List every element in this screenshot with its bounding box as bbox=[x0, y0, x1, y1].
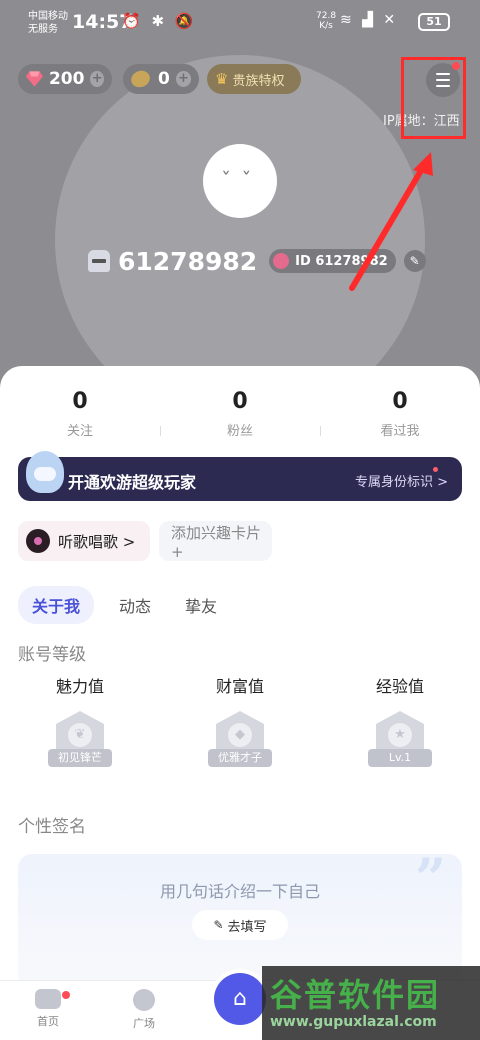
bean-icon bbox=[128, 68, 153, 90]
planet-icon bbox=[133, 989, 155, 1011]
mascot-icon bbox=[26, 451, 64, 493]
signature-title: 个性签名 bbox=[18, 817, 86, 837]
add-bean-icon[interactable]: + bbox=[175, 71, 191, 87]
divider bbox=[160, 426, 161, 436]
profile-tabs: 关于我 动态 挚友 bbox=[18, 586, 217, 624]
diamond-icon bbox=[26, 71, 43, 87]
tab-about-me[interactable]: 关于我 bbox=[18, 586, 95, 624]
charm-badge-icon: ❦ 初见锋芒 bbox=[48, 711, 112, 773]
watermark-en: www.gupuxlazal.com bbox=[270, 1014, 437, 1030]
signature-placeholder: 用几句话介绍一下自己 bbox=[159, 882, 320, 901]
experience-badge-icon: ★ Lv.1 bbox=[368, 711, 432, 773]
carrier-1: 中国移动 bbox=[28, 11, 68, 22]
user-id-badge[interactable]: ID 61278982 bbox=[269, 249, 396, 273]
net-speed: 72.8 K/s bbox=[316, 11, 337, 31]
song-interest-chip[interactable]: 听歌唱歌 > bbox=[18, 521, 150, 561]
account-level-title: 账号等级 bbox=[18, 645, 86, 665]
vip-subtitle: 专属身份标识 > bbox=[354, 475, 448, 490]
battery-icon: 51 bbox=[418, 13, 450, 31]
bean-balance[interactable]: 0 + bbox=[123, 64, 199, 94]
avatar[interactable]: ˇ ˇ bbox=[203, 144, 277, 218]
gamepad-icon bbox=[35, 989, 61, 1009]
add-interest-card-button[interactable]: 添加兴趣卡片 + bbox=[159, 521, 272, 561]
song-chip-label: 听歌唱歌 > bbox=[58, 532, 136, 551]
watermark-cn: 谷普软件园 bbox=[270, 976, 441, 1014]
stat-visitors[interactable]: 0 看过我 bbox=[340, 388, 460, 439]
noble-privilege-button[interactable]: ♛ 贵族特权 bbox=[207, 64, 301, 94]
face-icon: ˇ ˇ bbox=[221, 168, 254, 192]
annotation-highlight-box bbox=[401, 57, 466, 139]
nav-square[interactable]: 广场 bbox=[114, 989, 174, 1031]
carrier-2: 无服务 bbox=[28, 24, 58, 35]
diamond-count: 200 bbox=[48, 69, 85, 89]
add-interest-label: 添加兴趣卡片 + bbox=[171, 523, 262, 561]
profile-name: 61278982 bbox=[118, 246, 258, 276]
fill-signature-label: 去填写 bbox=[227, 919, 267, 935]
bean-count: 0 bbox=[157, 69, 170, 89]
profile-name-row: 61278982 ID 61278982 ✎ bbox=[88, 245, 426, 277]
stat-following[interactable]: 0 关注 bbox=[20, 388, 140, 439]
home-fab-button[interactable]: ⌂ bbox=[214, 973, 266, 1025]
profile-header: 中国移动 无服务 14:57 ⏰ ✱ 🔕 72.8 K/s ≋ ▟ ✕ 51 2… bbox=[0, 0, 480, 400]
add-diamond-icon[interactable]: + bbox=[90, 71, 104, 87]
helmet-icon bbox=[88, 250, 110, 272]
noble-label: 贵族特权 bbox=[232, 73, 285, 89]
user-id: ID 61278982 bbox=[295, 253, 388, 269]
profile-card: 0 关注 0 粉丝 0 看过我 开通欢游超级玩家 专属身份标识 > 听歌唱歌 >… bbox=[0, 366, 480, 988]
level-charm[interactable]: 魅力值 ❦ 初见锋芒 bbox=[30, 673, 130, 773]
fill-signature-button[interactable]: ✎ 去填写 bbox=[192, 910, 288, 940]
tab-moments[interactable]: 动态 bbox=[119, 593, 151, 617]
stats-row: 0 关注 0 粉丝 0 看过我 bbox=[0, 388, 480, 448]
vip-notification-dot bbox=[433, 467, 438, 472]
divider bbox=[320, 426, 321, 436]
vip-banner[interactable]: 开通欢游超级玩家 专属身份标识 > bbox=[18, 451, 462, 501]
nav-notification-dot bbox=[62, 991, 70, 999]
music-disc-icon bbox=[26, 529, 50, 553]
pen-icon: ✎ bbox=[213, 918, 224, 932]
status-icons: ⏰ ✱ 🔕 bbox=[122, 12, 197, 30]
edit-profile-icon[interactable]: ✎ bbox=[403, 250, 426, 272]
background-decoration bbox=[55, 55, 425, 400]
stat-fans[interactable]: 0 粉丝 bbox=[180, 388, 300, 439]
level-experience[interactable]: 经验值 ★ Lv.1 bbox=[350, 673, 450, 773]
status-bar: 中国移动 无服务 14:57 ⏰ ✱ 🔕 72.8 K/s ≋ ▟ ✕ 51 bbox=[0, 0, 480, 44]
level-wealth[interactable]: 财富值 ◆ 优雅才子 bbox=[190, 673, 290, 773]
signal-icons: ≋ ▟ ✕ bbox=[340, 12, 399, 28]
diamond-balance[interactable]: 200 + bbox=[18, 64, 112, 94]
id-icon bbox=[273, 253, 290, 269]
tab-close-friends[interactable]: 挚友 bbox=[185, 593, 217, 617]
vip-title: 开通欢游超级玩家 bbox=[68, 473, 197, 492]
watermark: 谷普软件园 www.gupuxlazal.com bbox=[262, 966, 480, 1040]
crown-icon: ♛ bbox=[215, 70, 229, 88]
wealth-badge-icon: ◆ 优雅才子 bbox=[208, 711, 272, 773]
house-icon: ⌂ bbox=[233, 986, 247, 1011]
